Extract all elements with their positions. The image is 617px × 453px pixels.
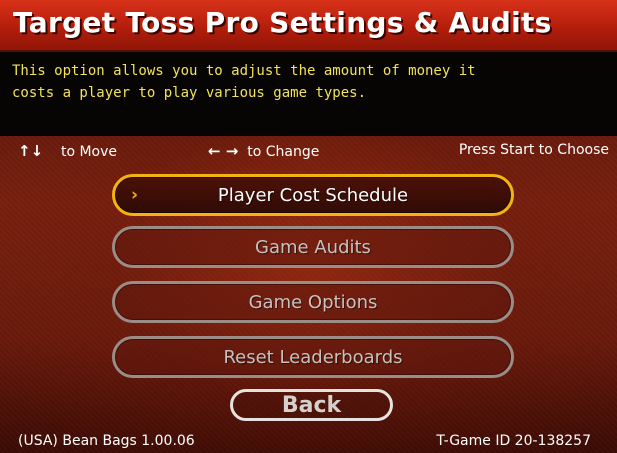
menu-item-game-audits[interactable]: Game Audits — [112, 226, 514, 268]
change-hint: ← → to Change — [208, 142, 319, 160]
settings-screen: Target Toss Pro Settings & Audits This o… — [0, 0, 617, 453]
menu-item-game-options[interactable]: Game Options — [112, 281, 514, 323]
up-down-arrows-icon: ↑↓ — [18, 142, 44, 160]
description-text: This option allows you to adjust the amo… — [12, 60, 608, 104]
move-hint-label: to Move — [60, 144, 118, 160]
version-text: (USA) Bean Bags 1.00.06 — [18, 433, 195, 449]
menu-item-label: Player Cost Schedule — [217, 184, 409, 206]
menu-item-label: Game Audits — [255, 236, 371, 258]
move-hint: ↑↓ to Move — [18, 142, 117, 160]
change-hint-label: to Change — [247, 144, 320, 160]
selection-chevron-icon: › — [131, 185, 139, 205]
menu-item-reset-leaderboards[interactable]: Reset Leaderboards — [112, 336, 514, 378]
choose-hint: Press Start to Choose — [458, 142, 609, 158]
description-line-2: costs a player to play various game type… — [12, 85, 367, 101]
left-right-arrows-icon: ← → — [208, 142, 239, 160]
title-bar: Target Toss Pro Settings & Audits — [0, 0, 617, 52]
page-title: Target Toss Pro Settings & Audits — [13, 6, 552, 39]
description-panel: This option allows you to adjust the amo… — [0, 52, 617, 136]
description-line-1: This option allows you to adjust the amo… — [12, 63, 476, 79]
back-button-label: Back — [281, 392, 342, 418]
menu-item-label: Reset Leaderboards — [223, 346, 403, 368]
menu-item-label: Game Options — [248, 291, 378, 313]
footer: (USA) Bean Bags 1.00.06 T-Game ID 20-138… — [0, 430, 617, 452]
game-id-text: T-Game ID 20-138257 — [436, 433, 591, 449]
controls-hint-bar: ↑↓ to Move ← → to Change Press Start to … — [0, 140, 617, 164]
menu-item-player-cost-schedule[interactable]: › Player Cost Schedule — [112, 174, 514, 216]
back-button[interactable]: Back — [230, 389, 393, 421]
